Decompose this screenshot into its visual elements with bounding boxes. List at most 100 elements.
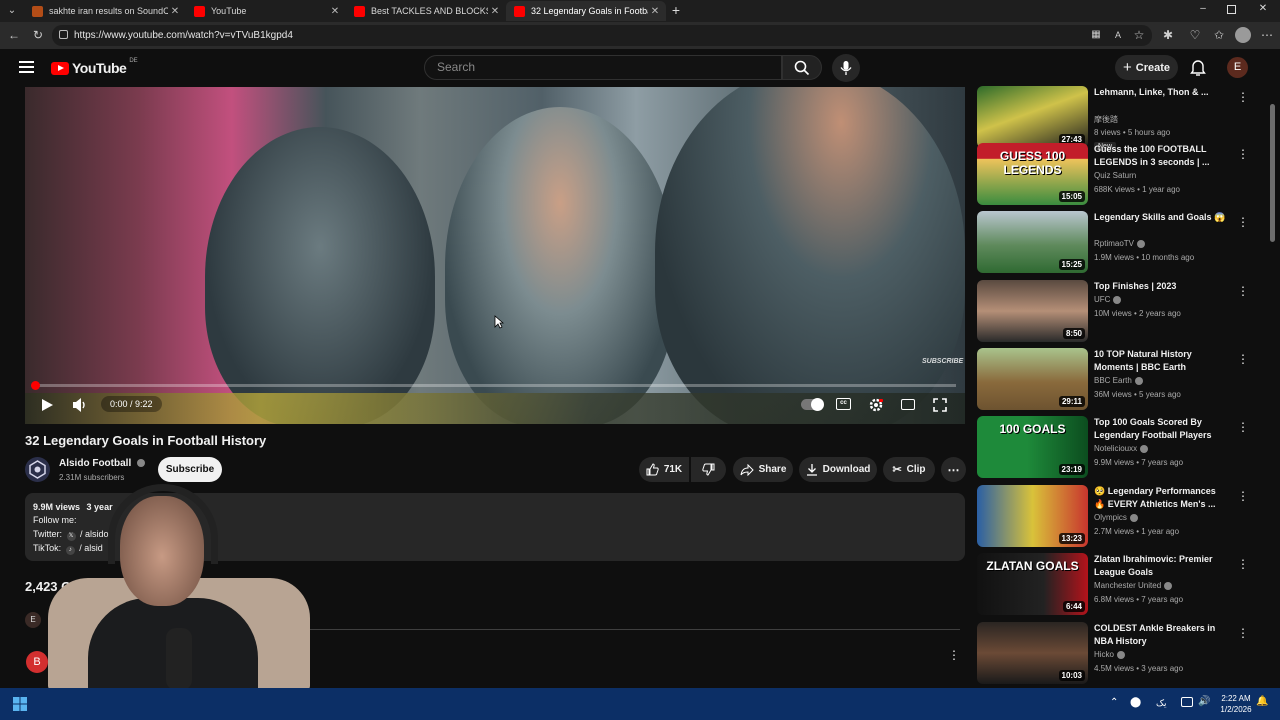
voice-search-button[interactable] [832,54,860,82]
recommended-video[interactable]: 27:43 Lehmann, Linke, Thon & ... 摩後踏 8 view… [977,86,1277,151]
recommended-video[interactable]: 29:11 10 TOP Natural History Moments | BB… [977,348,1277,412]
refresh-icon[interactable]: ↻ [30,27,46,43]
menu-icon[interactable] [19,61,34,73]
more-vertical-icon[interactable]: ⋮ [1237,215,1249,229]
volume-icon[interactable] [72,397,88,413]
channel-avatar[interactable] [25,457,50,482]
settings-gear-icon[interactable] [868,397,884,413]
recommended-video[interactable]: 100 GOALS 23:19 Top 100 Goals Scored By Le… [977,416,1277,480]
url-field[interactable]: https://www.youtube.com/watch?v=vTVuB1kg… [52,25,1152,46]
recommended-video[interactable]: 8:50 Top Finishes | 2023 UFC 10M views • 2 … [977,280,1277,344]
tab-soundcloud[interactable]: sakhte iran results on SoundCloud ✕ [24,1,186,21]
search-button[interactable] [782,55,822,80]
back-icon[interactable]: ← [6,27,22,43]
favorite-star-icon[interactable]: ☆ [1131,27,1147,43]
keyboard-language[interactable]: یک [1156,698,1167,709]
miniplayer-icon[interactable] [901,399,915,410]
favorites-icon[interactable]: ✩ [1211,27,1227,43]
video-thumbnail[interactable]: 13:23 [977,485,1088,547]
recommended-channel[interactable]: Quiz Saturn [1094,171,1136,180]
close-tab-icon[interactable]: ✕ [168,6,182,17]
commenter-avatar[interactable]: B [26,651,48,673]
video-thumbnail[interactable]: GUESS 100 LEGENDS 15:05 [977,143,1088,205]
youtube-logo[interactable]: YouTube DE [51,58,138,77]
like-button[interactable]: 71K [639,457,689,482]
video-player[interactable]: SUBSCRIBE 0:00 / 9:22 cc [25,87,965,424]
recommended-video[interactable]: 13:23 🥺 Legendary Performances 🔥 EVERY At… [977,485,1277,549]
more-vertical-icon[interactable]: ⋮ [1237,90,1249,104]
more-vertical-icon[interactable]: ⋮ [1237,352,1249,366]
progress-bar[interactable] [31,381,956,390]
more-vertical-icon[interactable]: ⋮ [1237,147,1249,161]
video-thumbnail[interactable]: 100 GOALS 23:19 [977,416,1088,478]
play-icon[interactable] [40,398,54,412]
recommended-channel[interactable]: Olympics [1094,513,1138,522]
fullscreen-icon[interactable] [933,398,947,412]
recommended-video-title[interactable]: Zlatan Ibrahimovic: Premier League Goals [1094,553,1229,579]
recommended-video-title[interactable]: 10 TOP Natural History Moments | BBC Ear… [1094,348,1229,374]
profile-avatar-icon[interactable] [1235,27,1251,43]
video-thumbnail[interactable]: 10:03 [977,622,1088,684]
notifications-bell-icon[interactable] [1190,59,1206,77]
recommended-channel[interactable]: UFC [1094,295,1122,304]
captions-icon[interactable]: cc [836,398,851,410]
more-vertical-icon[interactable]: ⋮ [1237,284,1249,298]
recommended-video[interactable]: 10:03 COLDEST Ankle Breakers in NBA Histo… [977,622,1277,686]
channel-name[interactable]: Alsido Football [59,458,145,469]
more-vertical-icon[interactable]: ⋮ [1237,420,1249,434]
read-aloud-icon[interactable]: A [1110,27,1126,43]
recommended-channel[interactable]: Manchester United [1094,581,1173,590]
close-tab-icon[interactable]: ✕ [328,6,342,17]
close-tab-icon[interactable]: ✕ [648,6,662,17]
dislike-button[interactable] [691,457,726,482]
extensions-icon[interactable]: ✱ [1160,27,1176,43]
video-thumbnail[interactable]: 15:25 [977,211,1088,273]
browser-essentials-icon[interactable]: ♡ [1187,27,1203,43]
close-window-icon[interactable]: ✕ [1256,3,1270,17]
more-vertical-icon[interactable]: ⋮ [1237,557,1249,571]
page-scrollbar[interactable] [1270,104,1275,242]
tray-overflow-icon[interactable]: ⌃ [1110,697,1118,708]
start-windows-icon[interactable] [13,697,27,711]
recommended-channel[interactable]: BBC Earth [1094,376,1143,385]
recommended-channel[interactable]: Noteliciouxx [1094,444,1149,453]
video-thumbnail[interactable]: 29:11 [977,348,1088,410]
tab-list-icon[interactable]: ⌄ [4,3,20,19]
recommended-video-title[interactable]: Legendary Skills and Goals 😱 [1094,211,1229,224]
video-thumbnail[interactable]: 27:43 [977,86,1088,148]
site-info-icon[interactable] [59,30,68,39]
more-options-icon[interactable]: ⋯ [1259,27,1275,43]
share-button[interactable]: Share [733,457,793,482]
new-tab-icon[interactable]: + [668,2,684,18]
recommended-video-title[interactable]: Top Finishes | 2023 [1094,280,1229,293]
more-actions-button[interactable]: ⋯ [941,457,966,482]
tab-active-video[interactable]: 32 Legendary Goals in Football H ✕ [506,1,666,21]
download-button[interactable]: Download [799,457,877,482]
more-vertical-icon[interactable]: ⋮ [1237,489,1249,503]
clock[interactable]: 2:22 AM 1/2/2026 [1216,693,1256,715]
recommended-channel[interactable]: 摩後踏 [1094,114,1118,125]
restore-icon[interactable] [1227,5,1236,14]
more-vertical-icon[interactable]: ⋮ [1237,626,1249,640]
app-available-icon[interactable]: ▦ [1088,27,1104,43]
recommended-video[interactable]: 15:25 Legendary Skills and Goals 😱 Rptimao… [977,211,1277,275]
network-icon[interactable] [1181,697,1193,707]
close-tab-icon[interactable]: ✕ [488,6,502,17]
search-input[interactable]: Search [424,55,782,80]
recommended-video-title[interactable]: Lehmann, Linke, Thon & ... [1094,86,1229,99]
recommended-video[interactable]: ZLATAN GOALS 6:44 Zlatan Ibrahimovic: Prem… [977,553,1277,617]
recommended-channel[interactable]: RptimaoTV [1094,239,1146,248]
video-thumbnail[interactable]: 8:50 [977,280,1088,342]
tab-tackles-video[interactable]: Best TACKLES AND BLOCKS | Serg ✕ [346,1,506,21]
account-avatar[interactable]: E [1227,57,1248,78]
clip-button[interactable]: ✂ Clip [883,457,935,482]
comment-input-underline[interactable] [300,629,960,630]
scrubber-handle[interactable] [31,381,40,390]
recommended-video-title[interactable]: COLDEST Ankle Breakers in NBA History [1094,622,1229,648]
notification-bell-icon[interactable]: 🔔 [1256,696,1268,707]
create-button[interactable]: + Create [1115,55,1178,80]
speaker-icon[interactable]: 🔊 [1198,696,1210,707]
recommended-video-title[interactable]: Top 100 Goals Scored By Legendary Footba… [1094,416,1229,442]
comment-more-icon[interactable]: ⋮ [948,648,960,662]
minimize-icon[interactable]: – [1196,3,1210,17]
